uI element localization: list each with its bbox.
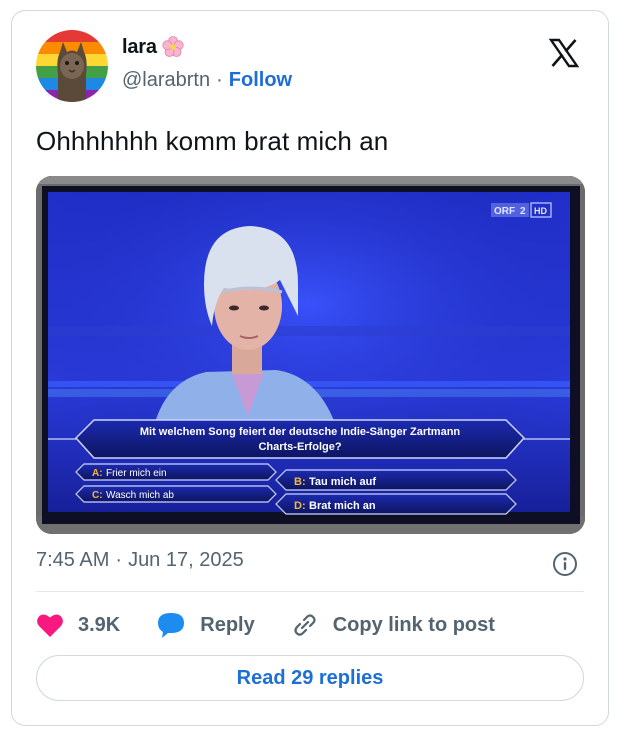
svg-text:Frier mich ein: Frier mich ein <box>106 468 167 479</box>
svg-text:HD: HD <box>534 206 547 216</box>
svg-text:Mit welchem Song feiert der de: Mit welchem Song feiert der deutsche Ind… <box>140 426 461 438</box>
handle-separator: · <box>216 69 223 91</box>
channel-logo: ORF 2 HD <box>491 202 552 218</box>
like-button[interactable]: 3.9K <box>36 612 120 638</box>
reply-label: Reply <box>200 613 255 636</box>
info-icon[interactable] <box>552 551 578 577</box>
svg-text:2: 2 <box>520 206 526 217</box>
reply-button[interactable]: Reply <box>156 611 255 639</box>
svg-text:ORF: ORF <box>494 206 515 217</box>
like-count: 3.9K <box>78 613 121 636</box>
svg-text:Charts-Erfolge?: Charts-Erfolge? <box>258 441 341 453</box>
answer-a: A: Frier mich ein <box>75 463 277 481</box>
post-timestamp[interactable]: 7:45 AM · Jun 17, 2025 <box>36 549 244 572</box>
author-name[interactable]: lara <box>122 36 157 59</box>
follow-button[interactable]: Follow <box>229 69 292 92</box>
answer-c: C: Wasch mich ab <box>75 485 277 503</box>
read-replies-button[interactable]: Read 29 replies <box>36 655 584 701</box>
author-handle-row: @larabrtn · Follow <box>122 69 292 92</box>
heart-icon <box>37 614 63 637</box>
link-icon <box>294 614 316 636</box>
author-name-row: lara <box>122 35 185 59</box>
svg-text:B:: B: <box>294 476 306 488</box>
flower-emoji-icon <box>162 36 184 57</box>
svg-text:C:: C: <box>92 490 103 501</box>
svg-text:Brat mich an: Brat mich an <box>309 500 376 512</box>
svg-text:A:: A: <box>92 468 103 479</box>
copy-link-label: Copy link to post <box>332 613 495 636</box>
svg-text:Tau mich auf: Tau mich auf <box>309 476 376 488</box>
question-panel: Mit welchem Song feiert der deutsche Ind… <box>48 419 570 459</box>
embedded-post-card: lara @larabrtn · Follow Ohhhhhhh komm br… <box>11 10 609 726</box>
answer-b: B: Tau mich auf <box>275 469 517 491</box>
answer-d: D: Brat mich an <box>275 493 517 515</box>
post-date: Jun 17, 2025 <box>128 549 244 571</box>
x-logo-icon[interactable] <box>548 37 580 69</box>
action-bar: 3.9K Reply Copy link to post <box>36 607 531 643</box>
author-handle[interactable]: @larabrtn <box>122 69 210 92</box>
post-media-photo[interactable]: ORF 2 HD Mit welchem Song feiert der deu… <box>36 176 585 534</box>
copy-link-button[interactable]: Copy link to post <box>291 611 495 639</box>
reply-bubble-icon <box>158 613 185 638</box>
timestamp-separator: · <box>115 549 123 571</box>
post-time: 7:45 AM <box>36 549 110 571</box>
svg-text:D:: D: <box>294 500 306 512</box>
svg-text:Wasch mich ab: Wasch mich ab <box>106 490 174 501</box>
divider <box>36 591 584 592</box>
post-text: Ohhhhhhh komm brat mich an <box>36 126 389 156</box>
avatar[interactable] <box>36 30 108 102</box>
